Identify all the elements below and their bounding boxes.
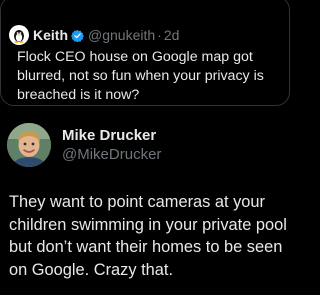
quoted-author-handle[interactable]: @gnukeith — [88, 27, 155, 43]
quoted-tweet-text: Flock CEO house on Google map got blurre… — [17, 49, 264, 103]
verified-badge-icon — [71, 29, 84, 42]
quoted-tweet-timestamp[interactable]: 2d — [164, 27, 180, 43]
avatar[interactable] — [7, 123, 51, 167]
timestamp-separator: · — [157, 27, 162, 43]
author-name[interactable]: Mike Drucker — [62, 126, 161, 145]
tux-penguin-icon[interactable] — [9, 25, 29, 45]
tweet-text: They want to point cameras at your child… — [9, 193, 287, 279]
author-names: Mike Drucker @MikeDrucker — [62, 126, 161, 165]
profile-photo — [7, 123, 51, 167]
quoted-tweet-header: Keith @gnukeith · 2d — [9, 25, 179, 45]
author-handle[interactable]: @MikeDrucker — [62, 145, 161, 165]
quoted-author-name[interactable]: Keith — [33, 27, 68, 43]
quoted-tweet-card[interactable]: Keith @gnukeith · 2d Flock CEO house on … — [0, 0, 290, 106]
tweet-author: Mike Drucker @MikeDrucker — [7, 123, 161, 167]
